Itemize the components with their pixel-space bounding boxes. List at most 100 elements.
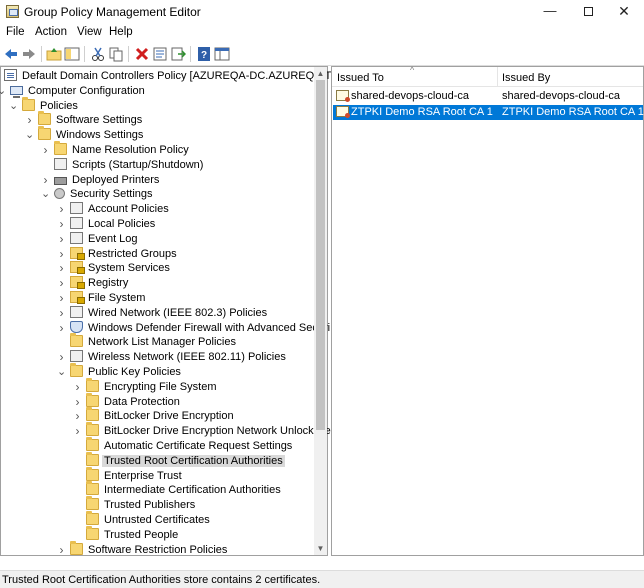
forward-arrow-icon[interactable]: [21, 46, 37, 62]
tree-item[interactable]: › Software Restriction Policies: [60, 540, 229, 558]
sort-indicator-icon: ^: [410, 65, 415, 75]
policy-node-icon: [70, 350, 83, 363]
details-pane[interactable]: Issued To ^ Issued By shared-devops-clou…: [331, 65, 644, 556]
close-button[interactable]: ✕: [604, 0, 644, 24]
menu-help[interactable]: Help: [109, 26, 133, 38]
tree-item[interactable]: › System Services: [60, 261, 172, 276]
tree-item[interactable]: › Local Policies: [60, 217, 157, 232]
list-row-selected[interactable]: ZTPKI Demo RSA Root CA 1 ZTPKI Demo RSA …: [333, 105, 644, 120]
tree-item[interactable]: Automatic Certificate Request Settings: [86, 437, 294, 454]
tree-item[interactable]: ⌄ Policies: [9, 96, 80, 114]
help-icon[interactable]: ?: [196, 46, 212, 62]
chevron-right-icon[interactable]: ›: [25, 113, 34, 128]
back-arrow-icon[interactable]: [3, 46, 19, 62]
scroll-down-icon[interactable]: ▼: [314, 542, 327, 555]
chevron-right-icon[interactable]: ›: [57, 291, 66, 306]
maximize-icon: [583, 7, 593, 17]
console-tree[interactable]: Default Domain Controllers Policy [AZURE…: [0, 66, 362, 558]
tree-item[interactable]: › Deployed Printers: [44, 173, 161, 188]
chevron-right-icon[interactable]: ›: [73, 409, 82, 424]
maximize-button[interactable]: [568, 0, 608, 24]
issued-by-cell: shared-devops-cloud-ca: [502, 90, 621, 102]
chevron-down-icon[interactable]: ⌄: [25, 128, 34, 143]
up-folder-icon[interactable]: [46, 46, 62, 62]
menu-view[interactable]: View: [77, 26, 102, 38]
tree-item[interactable]: › Wired Network (IEEE 802.3) Policies: [60, 305, 269, 321]
tree-item[interactable]: › Restricted Groups: [60, 246, 179, 262]
toolbar-separator: [190, 46, 191, 62]
tree-item-label: Software Restriction Policies: [88, 543, 228, 556]
chevron-right-icon[interactable]: ›: [57, 306, 66, 321]
toolbar-separator: [128, 46, 129, 62]
tree-item-label: Event Log: [88, 232, 138, 245]
chevron-right-icon[interactable]: ›: [57, 217, 66, 232]
properties-icon[interactable]: [152, 46, 168, 62]
tree-item[interactable]: › BitLocker Drive Encryption: [76, 407, 236, 424]
tree-item[interactable]: › BitLocker Drive Encryption Network Unlo…: [76, 422, 333, 439]
chevron-right-icon[interactable]: ›: [57, 261, 66, 276]
title-bar: Group Policy Management Editor — ✕: [0, 0, 644, 24]
folder-icon: [86, 377, 99, 392]
tree-item[interactable]: › Name Resolution Policy: [44, 141, 191, 158]
tree-item[interactable]: › Registry: [60, 276, 130, 291]
tree-item-label: Trusted People: [104, 528, 179, 541]
tree-item[interactable]: Trusted People: [86, 525, 180, 543]
chevron-right-icon[interactable]: ›: [41, 173, 50, 188]
tree-item[interactable]: Scripts (Startup/Shutdown): [54, 157, 205, 173]
menu-file[interactable]: File: [6, 26, 25, 38]
folder-icon: [38, 126, 51, 141]
tree-item[interactable]: Enterprise Trust: [86, 466, 184, 484]
chevron-right-icon[interactable]: ›: [57, 276, 66, 291]
tree-item[interactable]: › Encrypting File System: [76, 377, 218, 395]
tree-item[interactable]: Intermediate Certification Authorities: [86, 481, 283, 498]
tree-item[interactable]: ⌄ Computer Configuration: [0, 84, 147, 99]
chevron-right-icon[interactable]: ›: [41, 143, 50, 158]
scroll-thumb[interactable]: [316, 80, 325, 430]
tree-item[interactable]: Default Domain Controllers Policy [AZURE…: [4, 69, 364, 84]
chevron-right-icon[interactable]: ›: [73, 395, 82, 410]
tree-item[interactable]: › Data Protection: [76, 392, 182, 410]
folder-icon: [22, 96, 35, 111]
copy-icon[interactable]: [108, 46, 124, 62]
scroll-up-icon[interactable]: ▲: [314, 67, 327, 80]
cut-icon[interactable]: [90, 46, 106, 62]
chevron-right-icon[interactable]: ›: [57, 247, 66, 262]
minimize-button[interactable]: —: [530, 0, 570, 24]
tree-item[interactable]: › File System: [60, 291, 147, 306]
issued-to-text: ZTPKI Demo RSA Root CA 1: [351, 106, 493, 118]
chevron-right-icon[interactable]: ›: [57, 543, 66, 558]
tree-item[interactable]: Network List Manager Policies: [70, 333, 238, 350]
tree-item[interactable]: Untrusted Certificates: [86, 511, 212, 528]
chevron-right-icon[interactable]: ›: [57, 232, 66, 247]
tree-item[interactable]: › Event Log: [60, 231, 140, 247]
chevron-right-icon[interactable]: ›: [57, 321, 66, 336]
menu-action[interactable]: Action: [35, 26, 67, 38]
tree-item[interactable]: Trusted Publishers: [86, 496, 197, 513]
tree-vertical-scrollbar[interactable]: ▲ ▼: [314, 67, 327, 555]
tree-item-label: Software Settings: [56, 114, 143, 127]
tree-item[interactable]: ⌄ Security Settings: [41, 187, 155, 202]
chevron-down-icon[interactable]: ⌄: [9, 99, 18, 114]
tree-item[interactable]: › Windows Defender Firewall with Advanced…: [60, 320, 332, 336]
chevron-down-icon[interactable]: ⌄: [41, 187, 50, 202]
chevron-right-icon[interactable]: ›: [57, 350, 66, 365]
tree-item[interactable]: › Software Settings: [28, 111, 144, 128]
chevron-right-icon[interactable]: ›: [73, 424, 82, 439]
tree-item-selected[interactable]: Trusted Root Certification Authorities: [86, 451, 285, 469]
policy-node-icon: [70, 202, 83, 215]
chevron-down-icon[interactable]: ⌄: [0, 84, 6, 99]
tree-item-label: Public Key Policies: [88, 366, 181, 378]
column-issued-by[interactable]: Issued By: [497, 67, 550, 87]
console-view-icon[interactable]: [214, 46, 230, 62]
chevron-down-icon[interactable]: ⌄: [57, 365, 66, 380]
show-hide-tree-icon[interactable]: [64, 46, 80, 62]
toolbar-separator: [41, 46, 42, 62]
tree-item[interactable]: › Wireless Network (IEEE 802.11) Policies: [60, 350, 288, 365]
list-row[interactable]: shared-devops-cloud-ca shared-devops-clo…: [333, 89, 643, 104]
column-issued-to[interactable]: Issued To: [332, 67, 384, 87]
delete-icon[interactable]: [134, 46, 150, 62]
chevron-right-icon[interactable]: ›: [57, 202, 66, 217]
chevron-right-icon[interactable]: ›: [73, 380, 82, 395]
tree-item[interactable]: › Account Policies: [60, 202, 171, 217]
export-list-icon[interactable]: [170, 46, 186, 62]
